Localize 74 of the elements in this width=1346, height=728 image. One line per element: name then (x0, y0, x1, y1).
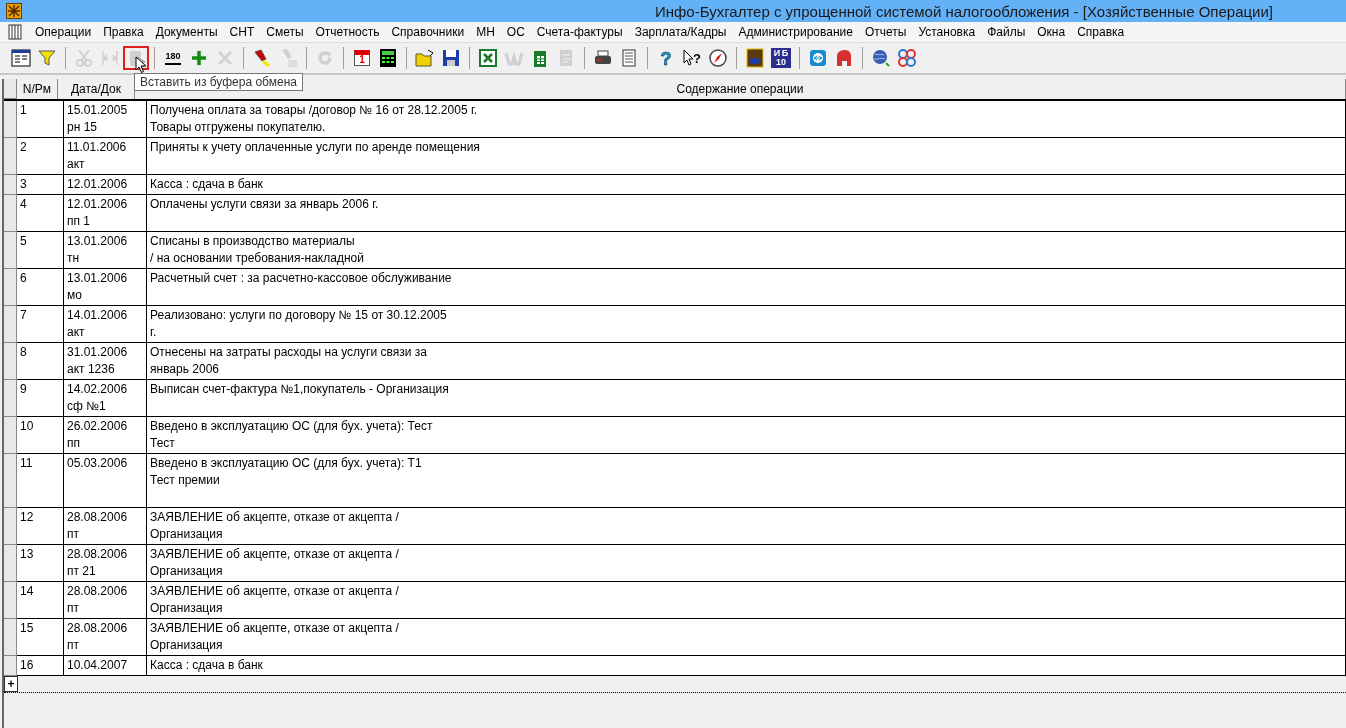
table-cell: 2 (17, 138, 64, 175)
document-number: мо (67, 287, 83, 304)
table-cell: 9 (17, 380, 64, 417)
operation-text: Тест (150, 435, 176, 452)
operation-text: Организация (150, 600, 224, 617)
document-number: сф №1 (67, 398, 107, 415)
date-text: 15.01.2005 (67, 102, 129, 119)
date-text: 13.01.2006 (67, 233, 129, 250)
document-number: пп (67, 435, 81, 452)
calendar-icon: 1 (354, 50, 370, 66)
operation-text: Реализовано: услуги по договору № 15 от 30.12.2005 (150, 307, 448, 324)
table-cell: 11 (17, 454, 64, 508)
date-text: 05.03.2006 (67, 455, 129, 472)
table-cell: 6 (17, 269, 64, 306)
date-text: 14.02.2006 (67, 381, 129, 398)
table-cell: 13 (17, 545, 64, 582)
date-text: 28.08.2006 (67, 583, 129, 600)
document-number: пт (67, 526, 80, 543)
operation-text: Выписан счет-фактура №1,покупатель - Организация (150, 381, 450, 398)
table-cell: 4 (17, 195, 64, 232)
operation-text: ЗАЯВЛЕНИЕ об акцепте, отказе от акцепта / (150, 583, 400, 600)
tooltip: Вставить из буфера обмена (134, 73, 303, 91)
table-cell: 7 (17, 306, 64, 343)
date-text: 12.01.2006 (67, 176, 129, 193)
table-cell: 14 (17, 582, 64, 619)
table-cell: 1 (17, 101, 64, 138)
date-text: 12.01.2006 (67, 196, 129, 213)
table-cell: 10 (17, 417, 64, 454)
operation-text: / на основании требования-накладной (150, 250, 365, 267)
operation-text: Расчетный счет : за расчетно-кассовое обслуживание (150, 270, 453, 287)
document-number: рн 15 (67, 119, 98, 136)
operation-text: Оплачены услуги связи за январь 2006 г. (150, 196, 380, 213)
date-text: 28.08.2006 (67, 546, 129, 563)
window-title: Инфо-Бухгалтер с упрощенной системой налогообложения - [Хозяйственные Операции] (654, 2, 1273, 20)
document-number: пт (67, 600, 80, 617)
operation-text: ЗАЯВЛЕНИЕ об акцепте, отказе от акцепта / (150, 620, 400, 637)
operation-text: январь 2006 (150, 361, 220, 378)
date-text: 14.01.2006 (67, 307, 129, 324)
date-text: 28.08.2006 (67, 509, 129, 526)
date-text: 28.08.2006 (67, 620, 129, 637)
document-number: пп 1 (67, 213, 91, 230)
date-text: 11.01.2006 (67, 139, 128, 156)
date-text: 31.01.2006 (67, 344, 129, 361)
operation-text: Тест премии (150, 472, 221, 489)
operation-text: Организация (150, 526, 224, 543)
operation-text: ЗАЯВЛЕНИЕ об акцепте, отказе от акцепта / (150, 509, 400, 526)
document-number: пт (67, 637, 80, 654)
operation-text: ЗАЯВЛЕНИЕ об акцепте, отказе от акцепта / (150, 546, 400, 563)
table-cell: 8 (17, 343, 64, 380)
operation-text: Организация (150, 563, 224, 580)
operation-text: Организация (150, 637, 224, 654)
operation-text: Введено в эксплуатацию ОС (для бух. учета): Т1 (150, 455, 423, 472)
table-cell: 16 (17, 656, 64, 676)
operation-text: Касса : сдача в банк (150, 657, 264, 674)
operation-text: Товары отгружены покупателю. (150, 119, 327, 136)
operation-text: Списаны в производство материалы (150, 233, 356, 250)
operation-text: г. (150, 324, 158, 341)
document-number: акт (67, 324, 86, 341)
document-number: акт 1236 (67, 361, 116, 378)
table-cell: 3 (17, 175, 64, 195)
date-text: 26.02.2006 (67, 418, 129, 435)
document-number: акт (67, 156, 86, 173)
date-text: 13.01.2006 (67, 270, 129, 287)
date-text: 10.04.2007 (67, 657, 129, 674)
operation-text: Введено в эксплуатацию ОС (для бух. учета): Тест (150, 418, 434, 435)
document-number: пт 21 (67, 563, 97, 580)
operation-text: Отнесены на затраты расходы на услуги связи за (150, 344, 428, 361)
operation-text: Приняты к учету оплаченные услуги по аренде помещения (150, 139, 481, 156)
document-number: тн (67, 250, 81, 267)
operation-text: Получена оплата за товары /договор № 16 от 28.12.2005 г. (150, 102, 479, 119)
operation-text: Касса : сдача в банк (150, 176, 264, 193)
table-cell: 15 (17, 619, 64, 656)
table-cell: 12 (17, 508, 64, 545)
table-cell: 5 (17, 232, 64, 269)
